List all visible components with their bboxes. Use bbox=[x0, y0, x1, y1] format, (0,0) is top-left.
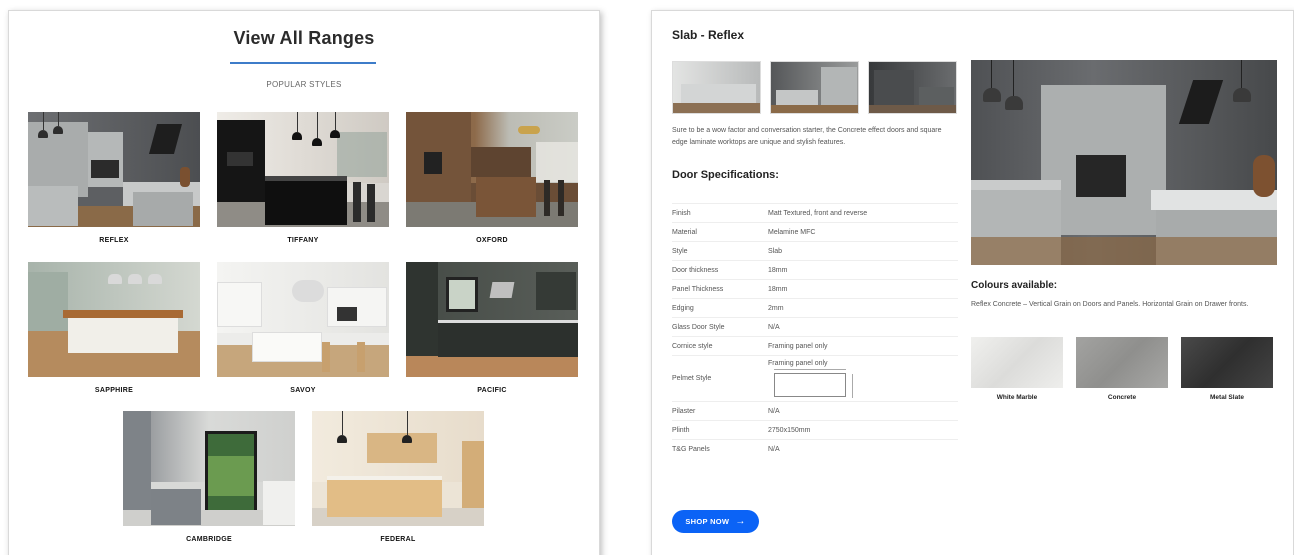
range-tile-tiffany[interactable]: TIFFANY bbox=[217, 112, 389, 244]
arrow-right-icon: → bbox=[735, 516, 746, 527]
range-image-cambridge[interactable] bbox=[123, 411, 295, 526]
range-image-federal[interactable] bbox=[312, 411, 484, 526]
range-label-pacific[interactable]: PACIFIC bbox=[406, 387, 578, 394]
range-image-reflex[interactable] bbox=[28, 112, 200, 227]
swatch-concrete[interactable] bbox=[1076, 337, 1168, 388]
range-label-savoy[interactable]: SAVOY bbox=[217, 387, 389, 394]
ranges-panel: View All Ranges POPULAR STYLES REFLEX TI… bbox=[8, 10, 600, 555]
range-label-tiffany[interactable]: TIFFANY bbox=[217, 237, 389, 244]
title-underline bbox=[230, 62, 376, 64]
product-thumbnail-3[interactable] bbox=[868, 61, 957, 114]
product-main-image[interactable] bbox=[971, 60, 1277, 265]
product-description: Sure to be a wow factor and conversation… bbox=[672, 127, 942, 146]
product-thumbnail-2[interactable] bbox=[770, 61, 859, 114]
swatch-label-concrete: Concrete bbox=[1107, 394, 1137, 401]
table-row: Style Slab bbox=[672, 241, 958, 261]
table-row: Edging 2mm bbox=[672, 298, 958, 318]
range-label-oxford[interactable]: OXFORD bbox=[406, 237, 578, 244]
range-tile-cambridge[interactable]: CAMBRIDGE bbox=[123, 411, 295, 543]
range-tile-pacific[interactable]: PACIFIC bbox=[406, 262, 578, 394]
table-row: Finish Matt Textured, front and reverse bbox=[672, 203, 958, 223]
range-image-tiffany[interactable] bbox=[217, 112, 389, 227]
colours-description: Reflex Concrete – Vertical Grain on Door… bbox=[971, 301, 1249, 308]
section-subtitle: POPULAR STYLES bbox=[266, 80, 342, 89]
range-image-savoy[interactable] bbox=[217, 262, 389, 377]
range-image-oxford[interactable] bbox=[406, 112, 578, 227]
table-row: Panel Thickness 18mm bbox=[672, 279, 958, 299]
product-title: Slab - Reflex bbox=[672, 28, 745, 42]
range-tile-sapphire[interactable]: SAPPHIRE bbox=[28, 262, 200, 394]
shop-now-label: SHOP NOW bbox=[685, 517, 730, 526]
specs-heading: Door Specifications: bbox=[672, 169, 779, 181]
swatch-white-marble[interactable] bbox=[971, 337, 1063, 388]
specs-table: Finish Matt Textured, front and reverse M… bbox=[672, 203, 958, 459]
range-label-cambridge[interactable]: CAMBRIDGE bbox=[123, 536, 295, 543]
product-panel: Slab - Reflex Sure to be a wow factor an… bbox=[651, 10, 1294, 555]
range-tile-oxford[interactable]: OXFORD bbox=[406, 112, 578, 244]
range-label-sapphire[interactable]: SAPPHIRE bbox=[28, 387, 200, 394]
range-image-pacific[interactable] bbox=[406, 262, 578, 377]
colours-heading: Colours available: bbox=[971, 280, 1058, 291]
range-image-sapphire[interactable] bbox=[28, 262, 200, 377]
range-tile-reflex[interactable]: REFLEX bbox=[28, 112, 200, 244]
swatch-metal-slate[interactable] bbox=[1181, 337, 1273, 388]
range-tile-savoy[interactable]: SAVOY bbox=[217, 262, 389, 394]
table-row: Door thickness 18mm bbox=[672, 260, 958, 280]
shop-now-button[interactable]: SHOP NOW → bbox=[672, 510, 759, 533]
table-row: Cornice style Framing panel only bbox=[672, 336, 958, 356]
pelmet-diagram bbox=[774, 369, 853, 398]
page-title: View All Ranges bbox=[233, 28, 375, 48]
table-row: Glass Door Style N/A bbox=[672, 317, 958, 337]
table-row: Material Melamine MFC bbox=[672, 222, 958, 242]
table-row: Pelmet Style Framing panel only bbox=[672, 355, 958, 402]
pelmet-value: Framing panel only bbox=[768, 360, 828, 367]
range-tile-federal[interactable]: FEDERAL bbox=[312, 411, 484, 543]
range-label-federal[interactable]: FEDERAL bbox=[312, 536, 484, 543]
swatch-label-white-marble: White Marble bbox=[996, 394, 1038, 401]
swatch-label-metal-slate: Metal Slate bbox=[1210, 394, 1244, 401]
range-label-reflex[interactable]: REFLEX bbox=[28, 237, 200, 244]
table-row: Pilaster N/A bbox=[672, 401, 958, 421]
table-row: T&G Panels N/A bbox=[672, 439, 958, 459]
table-row: Plinth 2750x150mm bbox=[672, 420, 958, 440]
product-thumbnail-1[interactable] bbox=[672, 61, 761, 114]
